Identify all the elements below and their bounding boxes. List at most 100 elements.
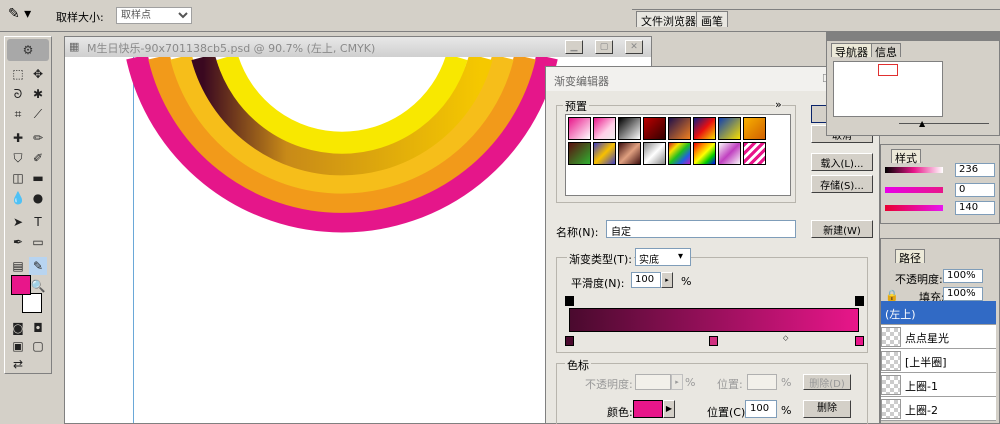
tab-navigator[interactable]: 导航器 — [831, 43, 872, 59]
color-slider-1[interactable] — [885, 167, 943, 173]
color-stop-middle[interactable] — [709, 336, 718, 346]
opacity-label: 不透明度: — [585, 378, 633, 391]
color-slider-2[interactable] — [885, 187, 943, 193]
save-button[interactable]: 存储(S)... — [811, 175, 873, 193]
eyedropper-icon[interactable]: ✎ — [29, 257, 47, 275]
tab-brushes[interactable]: 画笔 — [696, 11, 728, 28]
sample-size-select[interactable]: 取样点 — [116, 7, 192, 24]
lasso-tool-icon[interactable]: ᘐ — [9, 85, 27, 103]
stop-color-swatch[interactable] — [633, 400, 663, 418]
load-button[interactable]: 载入(L)... — [811, 153, 873, 171]
foreground-color-swatch[interactable] — [11, 275, 31, 295]
color-value-2[interactable]: 0 — [955, 183, 995, 197]
navigator-view-box[interactable] — [878, 64, 898, 76]
layer-row[interactable]: [上半圈] — [881, 349, 996, 373]
new-button[interactable]: 新建(W) — [811, 220, 873, 238]
imageready-icon[interactable]: ⇄ — [9, 355, 27, 373]
healing-brush-icon[interactable]: ✚ — [9, 129, 27, 147]
preset-swatch[interactable] — [643, 117, 666, 140]
quick-mask-off-icon[interactable]: ◙ — [9, 319, 27, 337]
color-stop-right[interactable] — [855, 336, 864, 346]
maximize-button[interactable]: ▢ — [595, 40, 613, 54]
preset-swatch[interactable] — [618, 142, 641, 165]
opacity-stop-left[interactable] — [565, 296, 574, 306]
preset-swatch[interactable] — [568, 117, 591, 140]
tab-paths[interactable]: 路径 — [895, 249, 925, 265]
pen-tool-icon[interactable]: ✒ — [9, 233, 27, 251]
preset-swatch[interactable] — [718, 142, 741, 165]
history-brush-icon[interactable]: ✐ — [29, 149, 47, 167]
preset-swatch[interactable] — [593, 117, 616, 140]
tab-styles[interactable]: 样式 — [891, 149, 921, 165]
layer-fill-input[interactable]: 100% — [943, 287, 983, 301]
name-input[interactable]: 自定 — [606, 220, 796, 238]
full-screen-icon[interactable]: ▢ — [29, 337, 47, 355]
quick-mask-on-icon[interactable]: ◘ — [29, 319, 47, 337]
color-value-1[interactable]: 236 — [955, 163, 995, 177]
preset-swatch[interactable] — [693, 142, 716, 165]
preset-swatch[interactable] — [668, 142, 691, 165]
tab-info[interactable]: 信息 — [871, 43, 901, 59]
smoothness-arrow-icon[interactable]: ▸ — [661, 272, 673, 288]
tab-file-browser[interactable]: 文件浏览器 — [636, 11, 701, 28]
layer-thumbnail — [881, 327, 901, 347]
layer-row[interactable]: 上圈-1 — [881, 373, 996, 397]
color-location-input[interactable]: 100 — [745, 400, 777, 418]
navigator-preview[interactable] — [833, 61, 943, 117]
presets-menu-button[interactable]: » — [775, 98, 782, 111]
toolbox: ⚙ ⬚ ✥ ᘐ ✱ ⌗ ⟋ ✚ ✏ ⛉ ✐ ◫ ▬ 💧 ● ➤ T ✒ ▭ ▤ … — [4, 36, 52, 374]
zoom-slider[interactable] — [899, 123, 989, 124]
document-title: ▦ M生日快乐-90x701138cb5.psd @ 90.7% (左上, CM… — [65, 37, 651, 57]
shape-tool-icon[interactable]: ▭ — [29, 233, 47, 251]
color-value-3[interactable]: 140 — [955, 201, 995, 215]
smoothness-input[interactable]: 100 — [631, 272, 661, 288]
name-label: 名称(N): — [556, 226, 599, 239]
color-menu-arrow-icon[interactable]: ▶ — [663, 400, 675, 418]
slice-tool-icon[interactable]: ⟋ — [29, 105, 47, 123]
opacity-stop-right[interactable] — [855, 296, 864, 306]
preset-swatch[interactable] — [643, 142, 666, 165]
blur-tool-icon[interactable]: 💧 — [9, 189, 27, 207]
notes-tool-icon[interactable]: ▤ — [9, 257, 27, 275]
path-select-icon[interactable]: ➤ — [9, 213, 27, 231]
background-color-swatch[interactable] — [22, 293, 42, 313]
layer-row[interactable]: 上圈-2 — [881, 397, 996, 421]
eraser-tool-icon[interactable]: ◫ — [9, 169, 27, 187]
layer-row[interactable]: 点点星光 — [881, 325, 996, 349]
preset-swatch[interactable] — [668, 117, 691, 140]
color-slider-3[interactable] — [885, 205, 943, 211]
layer-opacity-input[interactable]: 100% — [943, 269, 983, 283]
screen-mode-icon[interactable]: ▣ — [9, 337, 27, 355]
eyedropper-tool-icon[interactable]: ✎ ▾ — [8, 6, 44, 26]
zoom-slider-thumb[interactable]: ▲ — [919, 119, 925, 128]
preset-swatch[interactable] — [618, 117, 641, 140]
color-stop-left[interactable] — [565, 336, 574, 346]
color-label: 颜色: — [607, 406, 633, 419]
preset-swatch[interactable] — [743, 142, 766, 165]
move-tool-icon[interactable]: ✥ — [29, 65, 47, 83]
gradient-bar[interactable] — [569, 308, 859, 332]
preset-swatch[interactable] — [743, 117, 766, 140]
preset-swatch[interactable] — [718, 117, 741, 140]
location-label: 位置: — [717, 378, 743, 391]
type-tool-icon[interactable]: T — [29, 213, 47, 231]
crop-tool-icon[interactable]: ⌗ — [9, 105, 27, 123]
clone-stamp-icon[interactable]: ⛉ — [9, 149, 27, 167]
minimize-button[interactable]: ▁ — [565, 40, 583, 54]
preset-swatch[interactable] — [568, 142, 591, 165]
preset-swatch[interactable] — [593, 142, 616, 165]
brush-tool-icon[interactable]: ✏ — [29, 129, 47, 147]
marquee-tool-icon[interactable]: ⬚ — [9, 65, 27, 83]
delete-color-stop-button[interactable]: 删除 — [803, 400, 851, 418]
dodge-tool-icon[interactable]: ● — [29, 189, 47, 207]
gradient-tool-icon[interactable]: ▬ — [29, 169, 47, 187]
close-button[interactable]: ✕ — [625, 40, 643, 54]
layer-thumbnail — [881, 399, 901, 419]
magic-wand-tool-icon[interactable]: ✱ — [29, 85, 47, 103]
layer-row-selected[interactable]: (左上) — [881, 301, 996, 325]
midpoint-diamond-icon[interactable]: ◇ — [783, 334, 788, 342]
gradient-type-select[interactable]: 实底 ▾ — [635, 248, 691, 266]
opacity-arrow-icon: ▸ — [671, 374, 683, 390]
preset-swatch[interactable] — [693, 117, 716, 140]
opacity-percent: % — [685, 376, 696, 389]
